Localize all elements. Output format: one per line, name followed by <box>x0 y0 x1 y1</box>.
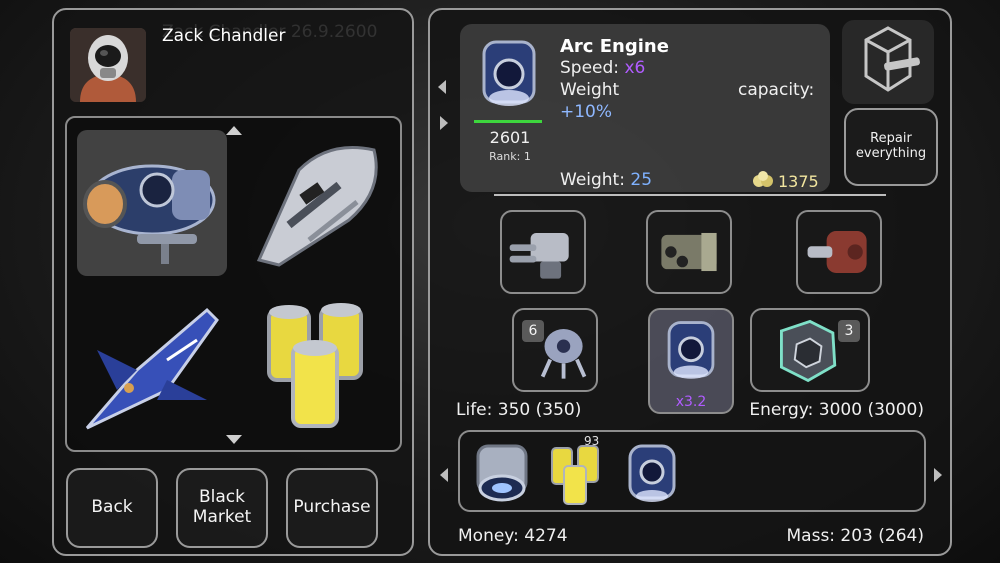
weight-percent: +10% <box>560 102 613 122</box>
speed-stat: Speed: x6 <box>560 58 645 78</box>
ship-shop-panel: Zack Chandler 26.9.2600 Zack Chandler Ba… <box>52 8 414 556</box>
cargo-prev-arrow-icon[interactable] <box>440 468 448 482</box>
detail-prev-arrow-icon[interactable] <box>438 80 446 94</box>
condition-bar <box>474 120 542 123</box>
toolbox-icon <box>864 26 920 92</box>
item-detail-card: 2601 Rank: 1 Arc Engine Speed: x6 Weight… <box>460 24 830 192</box>
item-id: 2601 <box>489 128 531 147</box>
shop-item-fuel-cells[interactable] <box>239 290 389 436</box>
slot-engine-selected[interactable]: x3.2 <box>648 308 734 414</box>
item-name: Arc Engine <box>560 36 669 57</box>
repair-toolbox-button[interactable] <box>842 20 934 104</box>
ship-config-panel: 2601 Rank: 1 Arc Engine Speed: x6 Weight… <box>428 8 952 556</box>
shop-item-armor-plate[interactable] <box>239 130 389 276</box>
cargo-hold: 93 <box>458 430 926 512</box>
shop-item-fighter-ship[interactable] <box>77 290 227 436</box>
count-badge: 3 <box>838 320 860 342</box>
cargo-next-arrow-icon[interactable] <box>934 468 942 482</box>
weapon-slot-twin-cannon[interactable] <box>500 210 586 294</box>
price-display: 1375 <box>752 170 819 192</box>
purchase-button[interactable]: Purchase <box>286 468 378 548</box>
speed-label: Speed: <box>560 58 620 78</box>
black-market-button[interactable]: Black Market <box>176 468 268 548</box>
shop-item-grid[interactable] <box>65 116 402 452</box>
section-divider <box>494 194 886 196</box>
engine-icon <box>474 34 544 114</box>
repair-everything-button[interactable]: Repair everything <box>844 108 938 186</box>
cargo-item-engine[interactable] <box>618 438 686 508</box>
cargo-item-fuel-cells[interactable] <box>544 438 612 508</box>
life-stat: Life: 350 (350) <box>456 400 582 420</box>
pilot-avatar <box>70 28 146 102</box>
mass-stat: Mass: 203 (264) <box>786 526 925 546</box>
weight-value: 25 <box>630 170 653 190</box>
price-value: 1375 <box>778 171 819 191</box>
speed-value: x6 <box>624 58 646 78</box>
weapon-slot-cannon[interactable] <box>796 210 882 294</box>
detail-next-arrow-icon[interactable] <box>440 116 448 130</box>
weapon-slot-launcher[interactable] <box>646 210 732 294</box>
cargo-item-thruster[interactable] <box>468 438 536 508</box>
money-stat: Money: 4274 <box>458 526 568 546</box>
scroll-down-arrow-icon[interactable] <box>226 435 242 444</box>
energy-stat: Energy: 3000 (3000) <box>749 400 924 420</box>
capacity-label: capacity: <box>738 80 815 100</box>
slot-repair-droid[interactable]: 6 <box>512 308 598 392</box>
pilot-name: Zack Chandler <box>162 26 286 46</box>
cargo-quantity: 93 <box>584 434 600 448</box>
back-button[interactable]: Back <box>66 468 158 548</box>
item-rank: Rank: 1 <box>489 150 531 163</box>
coins-icon <box>752 170 774 192</box>
weight-value-label: Weight: <box>560 170 625 190</box>
weight-value-stat: Weight: 25 <box>560 170 652 190</box>
count-badge: 6 <box>522 320 544 342</box>
engine-multiplier: x3.2 <box>675 394 707 410</box>
shop-item-engine[interactable] <box>77 130 227 276</box>
weight-label: Weight <box>560 80 620 100</box>
slot-energy-shield[interactable]: 3 <box>750 308 870 392</box>
